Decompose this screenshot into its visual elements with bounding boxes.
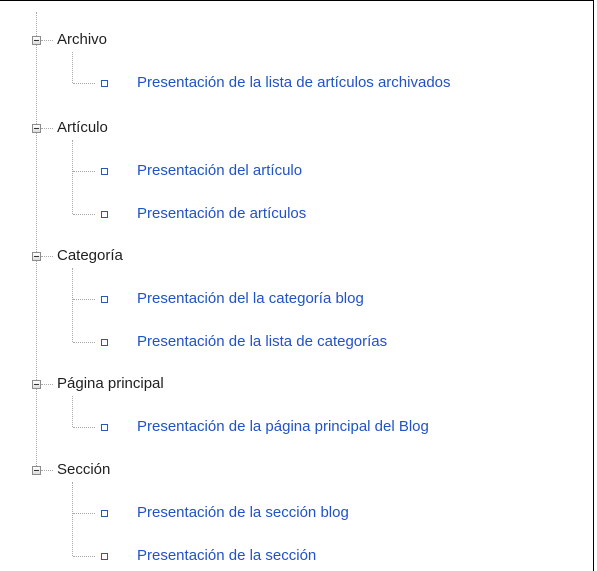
- collapse-toggle-icon[interactable]: [32, 36, 41, 45]
- tree-leaf-line: [73, 299, 95, 300]
- category-label: Sección: [57, 461, 111, 478]
- leaf-node-icon: [101, 510, 108, 517]
- layout-link[interactable]: Presentación de la lista de categorías: [137, 333, 387, 351]
- collapse-toggle-icon[interactable]: [32, 124, 41, 133]
- layout-link[interactable]: Presentación del la categoría blog: [137, 290, 364, 308]
- tree-child-line: [72, 140, 73, 214]
- tree-leaf-line: [73, 513, 95, 514]
- leaf-node-icon: [101, 553, 108, 560]
- leaf-node-icon: [101, 80, 108, 87]
- tree-leaf-line: [73, 342, 95, 343]
- tree-leaf-line: [73, 427, 95, 428]
- tree-branch-line: [41, 40, 53, 41]
- layout-link[interactable]: Presentación de artículos: [137, 205, 306, 223]
- tree-leaf-line: [73, 214, 95, 215]
- tree-child-line: [72, 52, 73, 83]
- category-label: Artículo: [57, 119, 108, 136]
- layout-link[interactable]: Presentación de la sección: [137, 547, 316, 565]
- category-label: Categoría: [57, 247, 123, 264]
- tree-leaf-line: [73, 171, 95, 172]
- collapse-toggle-icon[interactable]: [32, 380, 41, 389]
- tree-leaf-line: [73, 556, 95, 557]
- leaf-node-icon: [101, 339, 108, 346]
- leaf-node-icon: [101, 296, 108, 303]
- tree-child-line: [72, 396, 73, 427]
- category-label: Archivo: [57, 31, 108, 48]
- leaf-node-icon: [101, 424, 108, 431]
- tree-leaf-line: [73, 83, 95, 84]
- layout-link[interactable]: Presentación de la lista de artículos ar…: [137, 74, 451, 92]
- tree-branch-line: [41, 470, 53, 471]
- collapse-toggle-icon[interactable]: [32, 252, 41, 261]
- leaf-node-icon: [101, 211, 108, 218]
- tree-child-line: [72, 482, 73, 556]
- layout-link[interactable]: Presentación del artículo: [137, 162, 302, 180]
- tree-branch-line: [41, 128, 53, 129]
- collapse-toggle-icon[interactable]: [32, 466, 41, 475]
- tree-branch-line: [41, 384, 53, 385]
- tree-root-line: [36, 12, 37, 470]
- tree-child-line: [72, 268, 73, 342]
- layout-link[interactable]: Presentación de la página principal del …: [137, 418, 429, 436]
- tree-branch-line: [41, 256, 53, 257]
- leaf-node-icon: [101, 168, 108, 175]
- layout-link[interactable]: Presentación de la sección blog: [137, 504, 349, 522]
- category-label: Página principal: [57, 375, 164, 392]
- layout-tree: Archivo Presentación de la lista de artíc…: [0, 0, 597, 571]
